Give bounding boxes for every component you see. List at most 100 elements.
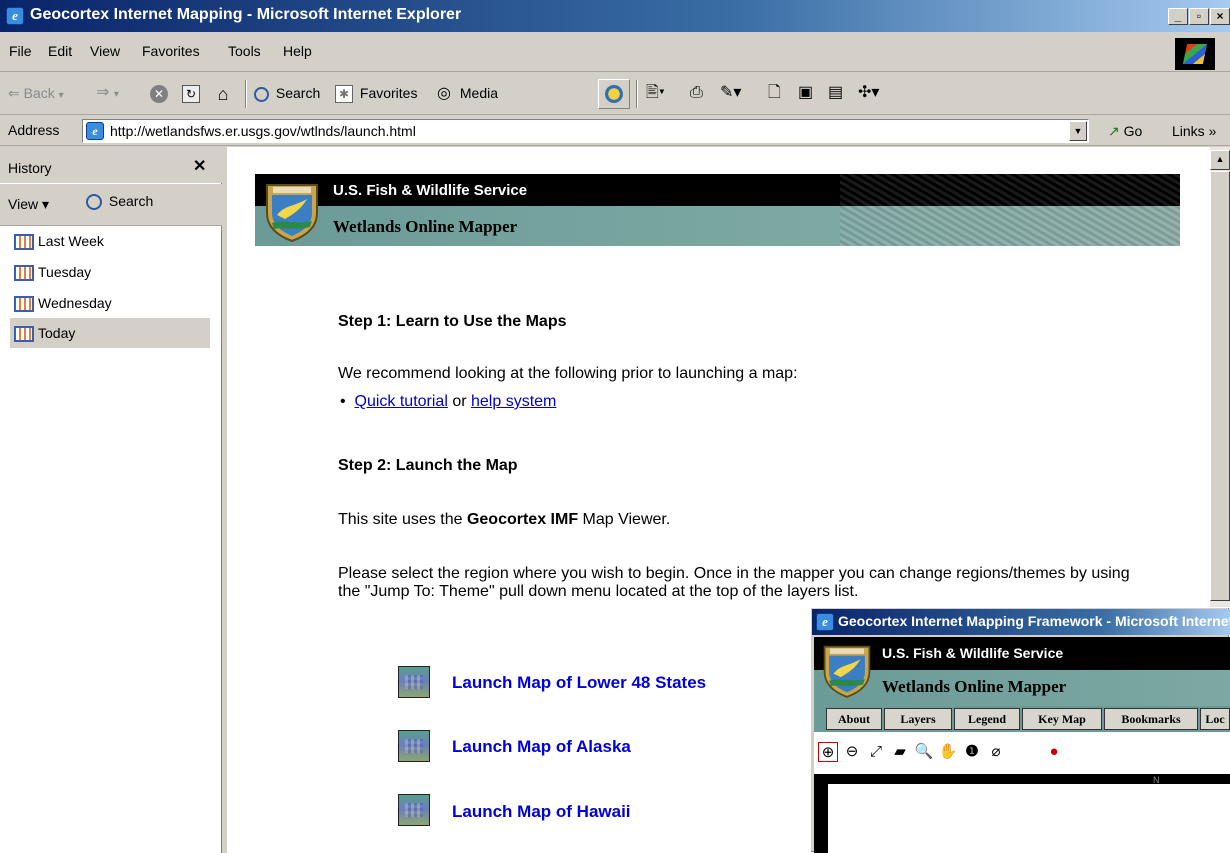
refresh-button[interactable]: ↻	[182, 82, 203, 104]
identify-info-tool-icon[interactable]: ❶	[962, 742, 982, 762]
refresh-icon: ↻	[182, 85, 200, 104]
media-button[interactable]: ◎ Media	[435, 82, 498, 104]
step1-heading: Step 1: Learn to Use the Maps	[338, 313, 567, 330]
search-button[interactable]: Search	[254, 82, 320, 104]
address-label: Address	[8, 122, 60, 138]
calendar-icon	[14, 265, 34, 282]
banner-map-texture	[840, 174, 1180, 246]
bullet: •	[340, 393, 355, 410]
tab-bookmarks[interactable]: Bookmarks	[1104, 708, 1198, 730]
tab-key-map[interactable]: Key Map	[1022, 708, 1102, 730]
viewer-suffix: Map Viewer.	[578, 511, 671, 528]
back-button[interactable]: ⇐ Back ▾	[8, 82, 64, 104]
messenger-button[interactable]: ▤	[828, 82, 843, 104]
fws-shield-logo-icon	[823, 645, 871, 698]
history-close-button[interactable]: ✕	[193, 156, 206, 176]
back-arrow-icon: ⇐	[8, 85, 20, 101]
zoom-scale-tool-icon[interactable]: 🔍	[914, 742, 934, 762]
favorites-button[interactable]: ✱ Favorites	[335, 82, 417, 104]
menu-tools[interactable]: Tools	[228, 43, 261, 59]
step1-text: We recommend looking at the following pr…	[338, 365, 798, 382]
favorites-star-icon: ✱	[335, 85, 353, 104]
scrollbar-thumb[interactable]	[1210, 171, 1230, 601]
calendar-icon	[14, 326, 34, 343]
tab-locate[interactable]: Loc	[1200, 708, 1230, 730]
map-thumbnail-icon[interactable]	[398, 666, 430, 698]
history-button[interactable]	[598, 79, 630, 109]
help-system-link[interactable]: help system	[471, 393, 556, 410]
history-item-label: Tuesday	[38, 264, 92, 280]
scroll-up-button[interactable]: ▲	[1210, 150, 1230, 170]
map-thumbnail-icon[interactable]	[398, 730, 430, 762]
quick-tutorial-link[interactable]: Quick tutorial	[355, 393, 448, 410]
stop-button[interactable]: ✕	[150, 82, 171, 104]
window-title: Geocortex Internet Mapping - Microsoft I…	[30, 6, 462, 23]
launch-alaska-link[interactable]: Launch Map of Alaska	[452, 737, 631, 757]
links-button[interactable]: Links »	[1172, 123, 1216, 139]
history-search-button[interactable]: Search	[86, 193, 154, 211]
home-icon: ⌂	[217, 84, 229, 105]
zoom-in-tool-icon[interactable]: ⊕	[818, 742, 838, 762]
address-url[interactable]: http://wetlandsfws.er.usgs.gov/wtlnds/la…	[110, 123, 416, 139]
mail-icon: 🖹▾	[646, 84, 665, 101]
launch-lower48-link[interactable]: Launch Map of Lower 48 States	[452, 673, 706, 693]
discuss-button[interactable]: 🗋	[768, 82, 781, 104]
eraser-tool-icon[interactable]: ⌀	[986, 742, 1006, 762]
history-item-wednesday[interactable]: Wednesday	[10, 288, 210, 318]
previous-extent-tool-icon[interactable]: ▰	[890, 742, 910, 762]
banner-app-name: Wetlands Online Mapper	[333, 217, 518, 236]
tools-extra-button[interactable]: ✣▾	[858, 82, 879, 104]
research-button[interactable]: ▣	[798, 82, 813, 104]
popup-ie-logo-icon: e	[816, 613, 834, 631]
edit-button[interactable]: ✎▾	[720, 82, 741, 104]
history-item-last-week[interactable]: Last Week	[10, 226, 210, 256]
popup-map-canvas[interactable]	[828, 784, 1230, 853]
tab-legend[interactable]: Legend	[954, 708, 1020, 730]
history-item-tuesday[interactable]: Tuesday	[10, 257, 210, 287]
forward-button[interactable]: ⇒ ▾	[96, 82, 119, 104]
go-arrow-icon: ↗	[1108, 123, 1120, 139]
history-item-today[interactable]: Today	[10, 318, 210, 348]
back-dropdown-icon: ▾	[58, 90, 64, 101]
magnifier-globe-icon	[254, 86, 269, 102]
launch-hawaii-link[interactable]: Launch Map of Hawaii	[452, 802, 631, 822]
go-label: Go	[1123, 123, 1143, 139]
media-label: Media	[459, 85, 499, 101]
history-view-button[interactable]: View ▾	[8, 196, 49, 213]
minimize-button[interactable]: _	[1168, 8, 1188, 25]
menu-view[interactable]: View	[90, 43, 120, 59]
menu-favorites[interactable]: Favorites	[142, 43, 200, 59]
menu-help[interactable]: Help	[283, 43, 312, 59]
history-clock-icon	[605, 85, 623, 103]
search-label: Search	[275, 85, 321, 101]
printer-icon: ⎙	[690, 84, 703, 101]
menu-edit[interactable]: Edit	[48, 43, 72, 59]
tab-layers[interactable]: Layers	[884, 708, 952, 730]
region-instructions-text: Please select the region where you wish …	[338, 565, 1130, 600]
history-search-label: Search	[108, 193, 154, 209]
menu-file[interactable]: File	[9, 43, 32, 59]
restore-button[interactable]: ▫	[1189, 8, 1209, 25]
map-thumbnail-icon[interactable]	[398, 794, 430, 826]
history-item-label: Last Week	[38, 233, 104, 249]
pan-hand-tool-icon[interactable]: ✋	[938, 742, 958, 762]
address-dropdown-button[interactable]: ▼	[1069, 121, 1087, 141]
calendar-icon	[14, 234, 34, 251]
toolbar-separator	[245, 80, 247, 108]
go-button[interactable]: ↗ Go	[1108, 123, 1142, 140]
full-extent-tool-icon[interactable]: ⤢	[866, 742, 886, 762]
viewer-prefix: This site uses the	[338, 511, 467, 528]
home-button[interactable]: ⌂	[214, 82, 235, 104]
print-button[interactable]: ⎙	[690, 82, 703, 104]
history-item-label: Wednesday	[38, 295, 112, 311]
tab-about[interactable]: About	[826, 708, 882, 730]
close-window-button[interactable]: ×	[1210, 8, 1230, 25]
ie-logo-icon: e	[6, 7, 24, 25]
viewer-info-text: This site uses the Geocortex IMF Map Vie…	[338, 511, 670, 529]
zoom-out-tool-icon[interactable]: ⊖	[842, 742, 862, 762]
mail-button[interactable]: 🖹▾	[646, 82, 665, 104]
clear-selection-tool-icon[interactable]: ●	[1044, 742, 1064, 762]
banner-agency-name: U.S. Fish & Wildlife Service	[333, 182, 528, 199]
forward-dropdown-icon: ▾	[113, 89, 119, 100]
media-icon: ◎	[437, 85, 451, 103]
